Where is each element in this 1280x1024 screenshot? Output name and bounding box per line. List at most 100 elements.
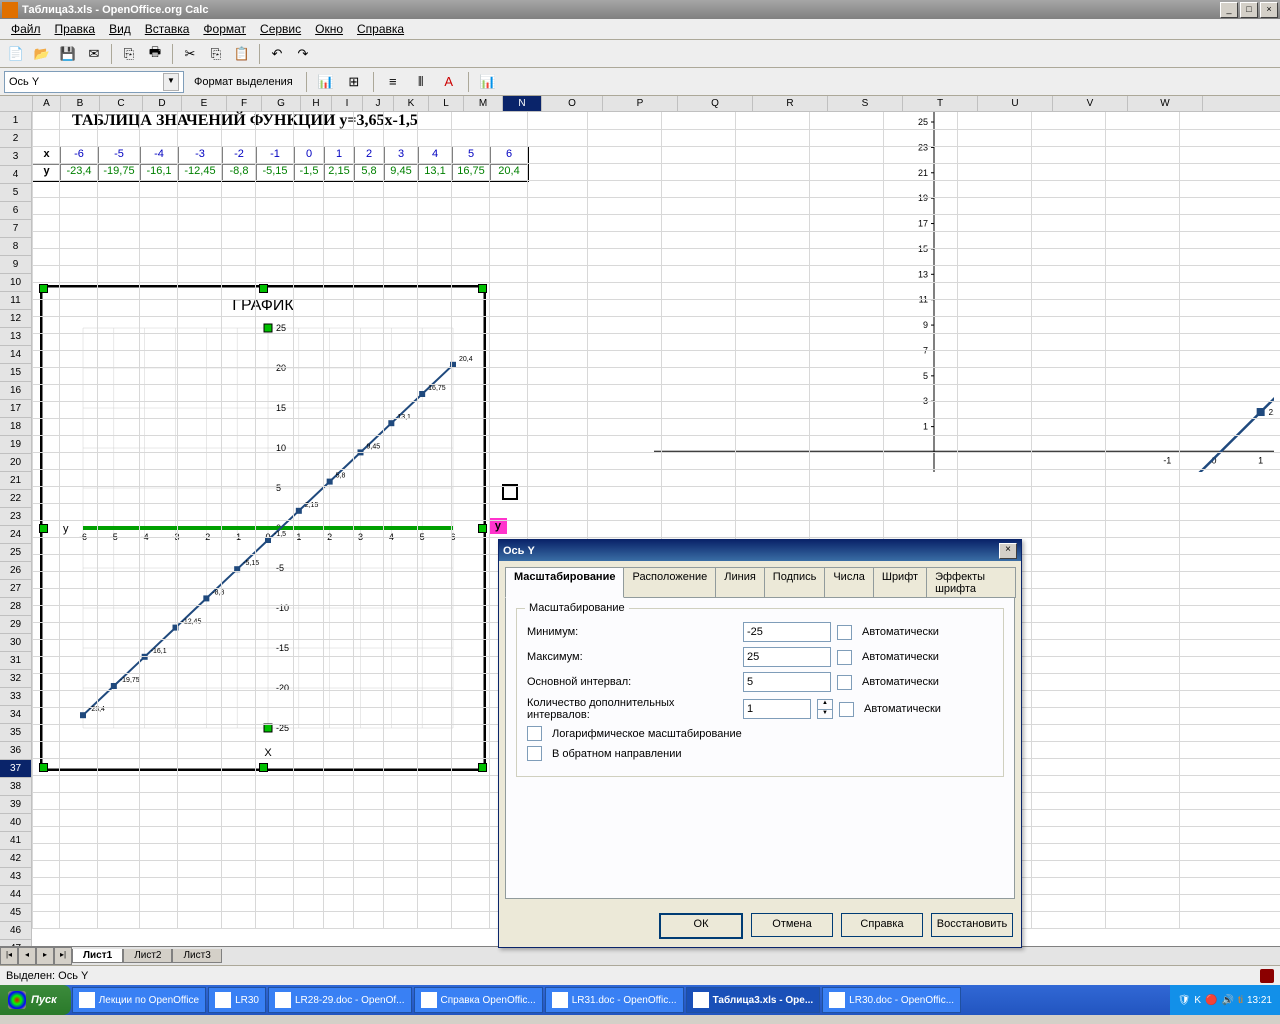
column-header[interactable]: T <box>903 96 978 111</box>
tab-positioning[interactable]: Расположение <box>623 567 716 598</box>
taskbar-item[interactable]: LR31.doc - OpenOffic... <box>545 987 684 1013</box>
row-header[interactable]: 10 <box>0 274 32 292</box>
close-button[interactable]: × <box>1260 2 1278 18</box>
tray-icon[interactable]: K <box>1194 995 1201 1006</box>
new-icon[interactable]: 📄 <box>4 42 28 66</box>
column-header[interactable]: P <box>603 96 678 111</box>
resize-handle[interactable] <box>39 763 48 772</box>
resize-handle[interactable] <box>259 284 268 293</box>
mail-icon[interactable]: ✉ <box>82 42 106 66</box>
row-header[interactable]: 15 <box>0 364 32 382</box>
row-header[interactable]: 41 <box>0 832 32 850</box>
row-header[interactable]: 42 <box>0 850 32 868</box>
menu-format[interactable]: Формат <box>196 20 253 38</box>
row-header[interactable]: 31 <box>0 652 32 670</box>
menu-file[interactable]: Файл <box>4 20 48 38</box>
row-header[interactable]: 17 <box>0 400 32 418</box>
spin-down-icon[interactable]: ▼ <box>818 710 832 719</box>
column-header[interactable]: V <box>1053 96 1128 111</box>
chart-tool-icon[interactable]: 📊 <box>314 70 338 94</box>
dialog-titlebar[interactable]: Ось Y × <box>499 540 1021 561</box>
row-header[interactable]: 8 <box>0 238 32 256</box>
column-header[interactable]: M <box>464 96 503 111</box>
row-header[interactable]: 11 <box>0 292 32 310</box>
row-header[interactable]: 36 <box>0 742 32 760</box>
menu-window[interactable]: Окно <box>308 20 350 38</box>
row-header[interactable]: 46 <box>0 922 32 940</box>
tab-label[interactable]: Подпись <box>764 567 826 598</box>
tray-volume-icon[interactable]: 🔊 <box>1222 995 1234 1006</box>
row-header[interactable]: 1 <box>0 112 32 130</box>
help-button[interactable]: Справка <box>841 913 923 937</box>
column-header[interactable]: U <box>978 96 1053 111</box>
undo-icon[interactable]: ↶ <box>265 42 289 66</box>
cut-icon[interactable]: ✂ <box>178 42 202 66</box>
major-auto-checkbox[interactable] <box>837 675 852 690</box>
sheet-nav-next-icon[interactable]: ▸ <box>36 947 54 965</box>
save-icon[interactable]: 💾 <box>56 42 80 66</box>
tray-lang-icon[interactable]: 🔴 <box>1205 995 1217 1006</box>
column-header[interactable]: J <box>363 96 394 111</box>
column-header[interactable]: W <box>1128 96 1203 111</box>
menu-tools[interactable]: Сервис <box>253 20 308 38</box>
row-header[interactable]: 29 <box>0 616 32 634</box>
tab-font[interactable]: Шрифт <box>873 567 927 598</box>
resize-handle[interactable] <box>478 524 487 533</box>
tray-clock[interactable]: 13:21 <box>1247 995 1272 1006</box>
sheet-tab[interactable]: Лист2 <box>123 949 172 963</box>
ok-button[interactable]: ОК <box>659 913 743 939</box>
font-icon[interactable]: A <box>437 70 461 94</box>
row-header[interactable]: 47 <box>0 940 32 946</box>
row-header[interactable]: 45 <box>0 904 32 922</box>
column-header[interactable]: R <box>753 96 828 111</box>
print-icon[interactable]: 🖶 <box>143 42 167 66</box>
row-header[interactable]: 5 <box>0 184 32 202</box>
row-header[interactable]: 2 <box>0 130 32 148</box>
taskbar-item[interactable]: LR30.doc - OpenOffic... <box>822 987 961 1013</box>
sheet-tab[interactable]: Лист1 <box>72 949 123 963</box>
row-header[interactable]: 27 <box>0 580 32 598</box>
menu-edit[interactable]: Правка <box>48 20 103 38</box>
sheet-nav-prev-icon[interactable]: ◂ <box>18 947 36 965</box>
row-header[interactable]: 13 <box>0 328 32 346</box>
column-header[interactable]: N <box>503 96 542 111</box>
sheet-nav-last-icon[interactable]: ▸| <box>54 947 72 965</box>
row-header[interactable]: 35 <box>0 724 32 742</box>
row-header[interactable]: 44 <box>0 886 32 904</box>
sheet-tab[interactable]: Лист3 <box>172 949 221 963</box>
tray-icon[interactable]: 🛡 <box>1178 995 1191 1006</box>
row-header[interactable]: 38 <box>0 778 32 796</box>
row-header[interactable]: 25 <box>0 544 32 562</box>
minor-auto-checkbox[interactable] <box>839 702 854 717</box>
menu-view[interactable]: Вид <box>102 20 138 38</box>
row-header[interactable]: 26 <box>0 562 32 580</box>
column-header[interactable]: Q <box>678 96 753 111</box>
column-header[interactable]: K <box>394 96 429 111</box>
row-header[interactable]: 32 <box>0 670 32 688</box>
name-box[interactable]: Ось Y ▼ <box>4 71 184 93</box>
major-input[interactable] <box>743 672 831 692</box>
row-header[interactable]: 20 <box>0 454 32 472</box>
dialog-close-icon[interactable]: × <box>999 543 1017 559</box>
pdf-icon[interactable]: ⎘ <box>117 42 141 66</box>
taskbar-item[interactable]: Справка OpenOffic... <box>414 987 543 1013</box>
name-box-dropdown-icon[interactable]: ▼ <box>163 73 179 91</box>
open-icon[interactable]: 📂 <box>30 42 54 66</box>
min-auto-checkbox[interactable] <box>837 625 852 640</box>
chart-type-icon[interactable]: 📊 <box>476 70 500 94</box>
row-header[interactable]: 9 <box>0 256 32 274</box>
max-input[interactable] <box>743 647 831 667</box>
menu-insert[interactable]: Вставка <box>138 20 197 38</box>
column-header[interactable]: B <box>61 96 100 111</box>
row-header[interactable]: 6 <box>0 202 32 220</box>
resize-handle[interactable] <box>259 763 268 772</box>
cancel-button[interactable]: Отмена <box>751 913 833 937</box>
column-header[interactable]: H <box>301 96 332 111</box>
taskbar-item[interactable]: Таблица3.xls - Ope... <box>686 987 821 1013</box>
log-checkbox[interactable] <box>527 726 542 741</box>
minor-input[interactable] <box>743 699 811 719</box>
resize-handle[interactable] <box>39 524 48 533</box>
chart-tool-icon-2[interactable]: ⊞ <box>342 70 366 94</box>
taskbar-item[interactable]: Лекции по OpenOffice <box>72 987 206 1013</box>
row-header[interactable]: 12 <box>0 310 32 328</box>
